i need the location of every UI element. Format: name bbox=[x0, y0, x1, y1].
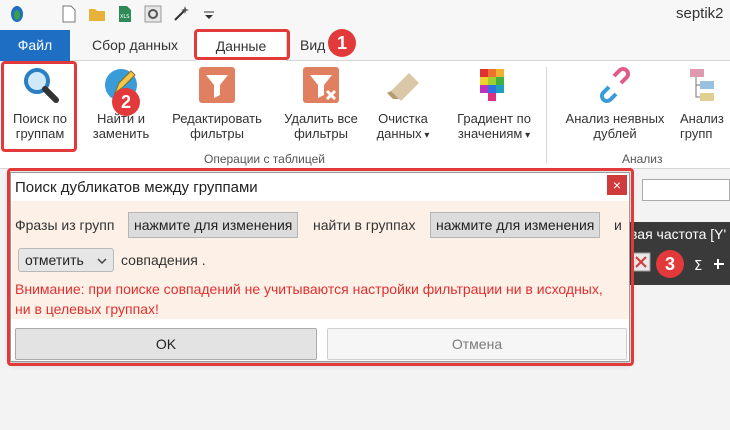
group-label-analysis: Анализ bbox=[622, 152, 663, 166]
quick-access-toolbar: XLS septik2 bbox=[0, 0, 730, 30]
gradient-label: Градиент по значениям ▾ bbox=[457, 111, 531, 141]
magic-wand-icon[interactable] bbox=[172, 5, 190, 23]
analyze-groups-button[interactable]: Анализ групп bbox=[680, 65, 730, 141]
open-folder-icon[interactable] bbox=[88, 5, 106, 23]
new-file-icon[interactable] bbox=[60, 5, 78, 23]
ribbon-tabs: Файл Сбор данных Данные Вид bbox=[0, 30, 730, 62]
gradient-button[interactable]: Градиент по значениям ▾ bbox=[444, 65, 544, 143]
analyze-implicit-duplicates-label: Анализ неявных дублей bbox=[565, 111, 665, 141]
excel-file-icon[interactable]: XLS bbox=[116, 5, 134, 23]
analyze-groups-label: Анализ групп bbox=[680, 111, 724, 141]
hierarchy-icon bbox=[690, 69, 714, 101]
remove-all-filters-button[interactable]: Удалить все фильтры bbox=[276, 65, 366, 141]
edit-filters-label: Редактировать фильтры bbox=[172, 111, 262, 141]
svg-text:XLS: XLS bbox=[120, 14, 129, 20]
filter-remove-icon bbox=[303, 67, 339, 103]
svg-text:Σ: Σ bbox=[694, 259, 702, 274]
background-column-header: вая частота [Y' bbox=[630, 226, 727, 242]
background-search-field[interactable] bbox=[642, 179, 730, 201]
ribbon-group-divider bbox=[546, 67, 547, 163]
remove-all-filters-label: Удалить все фильтры bbox=[284, 111, 358, 141]
analyze-implicit-duplicates-button[interactable]: Анализ неявных дублей bbox=[552, 65, 678, 141]
gradient-icon bbox=[480, 69, 504, 101]
tab-file[interactable]: Файл bbox=[0, 30, 70, 61]
highlight-dialog bbox=[7, 168, 634, 366]
highlight-data-tab bbox=[194, 29, 290, 60]
step-badge-1: 1 bbox=[328, 29, 356, 57]
step-badge-3: 3 bbox=[656, 250, 684, 278]
customize-toolbar-icon[interactable] bbox=[200, 5, 218, 23]
ribbon-panel: Поиск по группам Найти и заменить Редакт… bbox=[0, 61, 730, 169]
window-title: septik2 bbox=[676, 5, 724, 22]
find-replace-label: Найти и заменить bbox=[92, 111, 150, 141]
link-broken-icon bbox=[600, 67, 630, 103]
highlight-search-button bbox=[1, 61, 77, 152]
settings-gear-icon[interactable] bbox=[144, 5, 162, 23]
group-label-table-ops: Операции с таблицей bbox=[204, 152, 325, 166]
step-badge-2: 2 bbox=[112, 88, 140, 116]
eraser-icon bbox=[387, 73, 419, 101]
edit-filters-button[interactable]: Редактировать фильтры bbox=[162, 65, 272, 141]
dropdown-caret-icon: ▾ bbox=[522, 130, 531, 141]
tab-data-collection[interactable]: Сбор данных bbox=[80, 30, 190, 61]
clean-data-label: Очистка данных ▾ bbox=[376, 111, 430, 141]
app-logo-icon bbox=[11, 6, 23, 22]
filter-icon bbox=[199, 67, 235, 103]
clean-data-button[interactable]: Очистка данных ▾ bbox=[368, 65, 438, 143]
dropdown-caret-icon: ▾ bbox=[421, 130, 430, 141]
